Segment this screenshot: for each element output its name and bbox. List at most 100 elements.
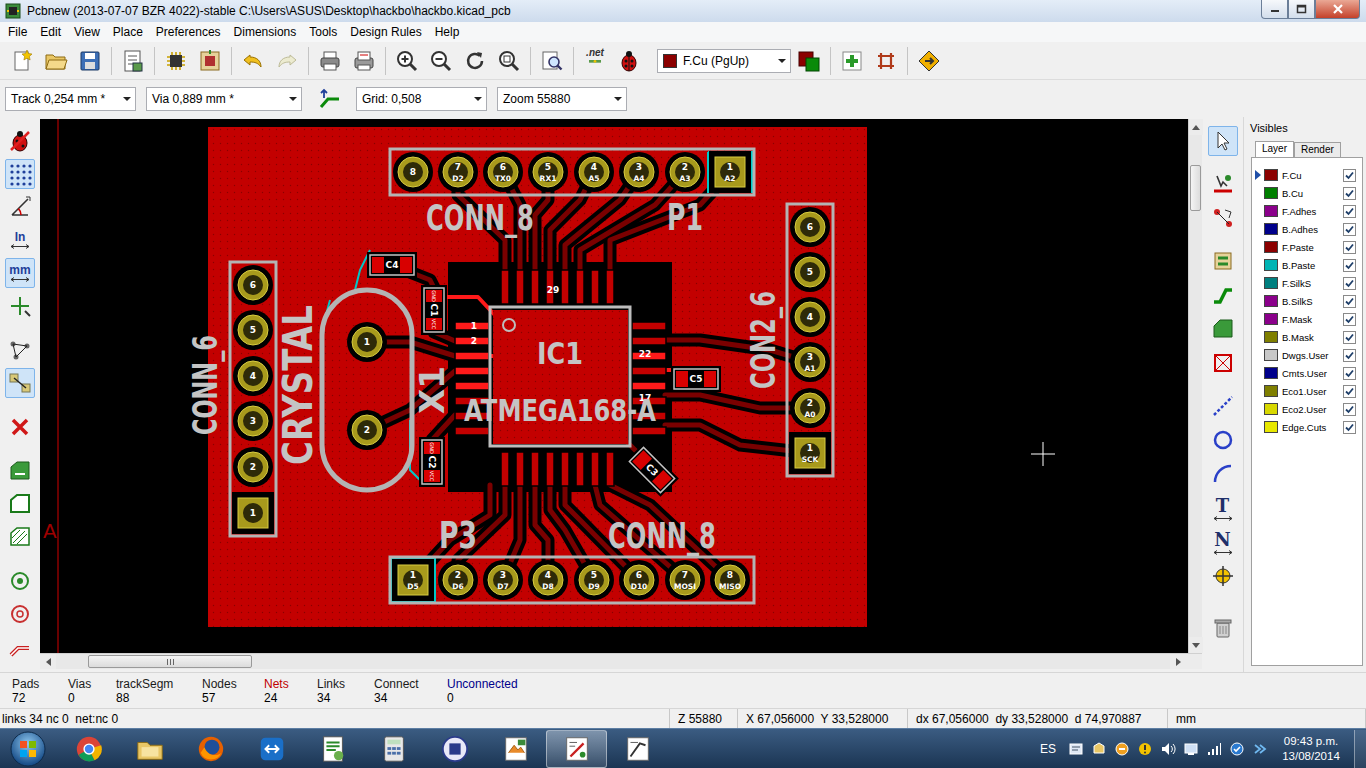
zone2-button[interactable]: [5, 489, 35, 519]
route-button[interactable]: [913, 45, 945, 77]
zfit-button[interactable]: [493, 45, 525, 77]
layer-visible-checkbox[interactable]: [1343, 241, 1356, 254]
netlist-button[interactable]: .net: [579, 45, 611, 77]
grid2-button[interactable]: [870, 45, 902, 77]
open-button[interactable]: [40, 45, 72, 77]
layer-color-swatch[interactable]: [1264, 259, 1278, 271]
zone-button[interactable]: [1208, 314, 1238, 344]
menu-item[interactable]: Edit: [33, 23, 67, 41]
layer-row[interactable]: B.Paste: [1252, 256, 1362, 274]
tray-icon[interactable]: [1252, 741, 1268, 757]
zout-button[interactable]: [425, 45, 457, 77]
tray-icon[interactable]: [1229, 741, 1245, 757]
layer-row[interactable]: B.Cu: [1252, 184, 1362, 202]
plot-button[interactable]: [348, 45, 380, 77]
taskbar-app[interactable]: [546, 730, 607, 768]
unit-toggle[interactable]: N: [1208, 527, 1238, 557]
layer-row[interactable]: F.Paste: [1252, 238, 1362, 256]
layer-row[interactable]: B.SilkS: [1252, 292, 1362, 310]
menu-item[interactable]: Help: [428, 23, 466, 41]
layer-row[interactable]: Eco1.User: [1252, 382, 1362, 400]
redo-button[interactable]: [271, 45, 303, 77]
layer-color-swatch[interactable]: [1264, 169, 1278, 181]
pcb-canvas[interactable]: A12221729IC1ATMEGA168-A87D26TX05RX14A53A…: [40, 119, 1188, 653]
menu-item[interactable]: Preferences: [149, 23, 227, 41]
layer-visible-checkbox[interactable]: [1343, 349, 1356, 362]
unit-toggle[interactable]: T: [1208, 493, 1238, 523]
scroll-track[interactable]: [56, 654, 1170, 669]
target-button[interactable]: [1208, 561, 1238, 591]
menu-item[interactable]: Tools: [302, 23, 343, 41]
start-button[interactable]: [0, 730, 56, 768]
menu-item[interactable]: View: [67, 23, 106, 41]
arrow-button[interactable]: [1208, 126, 1238, 156]
notebook-tab[interactable]: Render: [1294, 142, 1341, 157]
layer-color-swatch[interactable]: [1264, 277, 1278, 289]
scroll-down-button[interactable]: [1189, 637, 1203, 653]
delx-button[interactable]: [5, 412, 35, 442]
menu-item[interactable]: File: [1, 23, 33, 41]
line-button[interactable]: [1208, 391, 1238, 421]
taskbar-app[interactable]: [58, 730, 119, 768]
zone1-button[interactable]: [5, 456, 35, 486]
layer-row[interactable]: F.Cu: [1252, 166, 1362, 184]
layer-row[interactable]: Dwgs.User: [1252, 346, 1362, 364]
notebook-tab[interactable]: Layer: [1255, 141, 1294, 157]
place-button[interactable]: [836, 45, 868, 77]
menu-item[interactable]: Place: [106, 23, 149, 41]
via-size-select[interactable]: Via 0,889 mm *: [146, 87, 302, 111]
circle-button[interactable]: [1208, 425, 1238, 455]
vertical-scroll-thumb[interactable]: [1190, 165, 1201, 211]
module-button[interactable]: [1208, 246, 1238, 276]
tray-icon[interactable]: [1091, 741, 1107, 757]
trsk-button[interactable]: [5, 632, 35, 662]
layer-visible-checkbox[interactable]: [1343, 367, 1356, 380]
clock[interactable]: 09:43 p.m.13/08/2014: [1268, 734, 1354, 764]
layer-color-swatch[interactable]: [1264, 313, 1278, 325]
print-button[interactable]: [314, 45, 346, 77]
layer-row[interactable]: B.Adhes: [1252, 220, 1362, 238]
unit-toggle[interactable]: In: [5, 225, 35, 255]
zin-button[interactable]: [391, 45, 423, 77]
scroll-up-button[interactable]: [1189, 119, 1203, 135]
bugoff-button[interactable]: [5, 126, 35, 156]
tray-icon[interactable]: [1068, 741, 1084, 757]
input-language[interactable]: ES: [1040, 742, 1056, 756]
layer-row[interactable]: F.Mask: [1252, 310, 1362, 328]
tray-icon[interactable]: [1206, 741, 1222, 757]
trash-button[interactable]: [1208, 613, 1238, 643]
layer-color-swatch[interactable]: [1264, 403, 1278, 415]
scroll-right-button[interactable]: [1170, 654, 1186, 669]
maximize-button[interactable]: [1288, 0, 1315, 19]
layer-visible-checkbox[interactable]: [1343, 295, 1356, 308]
layer-color-swatch[interactable]: [1264, 223, 1278, 235]
layer-color-swatch[interactable]: [1264, 295, 1278, 307]
rats-button[interactable]: [5, 335, 35, 365]
save-button[interactable]: [74, 45, 106, 77]
layer-row[interactable]: B.Mask: [1252, 328, 1362, 346]
taskbar-app[interactable]: [363, 730, 424, 768]
zoom-select[interactable]: Zoom 55880: [497, 87, 627, 111]
track-button[interactable]: [1208, 280, 1238, 310]
layer-color-swatch[interactable]: [1264, 241, 1278, 253]
taskbar-app[interactable]: [424, 730, 485, 768]
layer-select[interactable]: F.Cu (PgUp): [657, 49, 791, 73]
taskbar-app[interactable]: [485, 730, 546, 768]
layer-visible-checkbox[interactable]: [1343, 421, 1356, 434]
layer-color-swatch[interactable]: [1264, 349, 1278, 361]
layer-row[interactable]: Edge.Cuts: [1252, 418, 1362, 436]
chip-button[interactable]: [160, 45, 192, 77]
layer-color-swatch[interactable]: [1264, 205, 1278, 217]
layer-visible-checkbox[interactable]: [1343, 313, 1356, 326]
layer-row[interactable]: F.SilkS: [1252, 274, 1362, 292]
padsk-button[interactable]: [5, 566, 35, 596]
rats2-button[interactable]: [5, 368, 35, 398]
tray-icon[interactable]: [1183, 741, 1199, 757]
redraw-button[interactable]: [459, 45, 491, 77]
layer-visible-checkbox[interactable]: [1343, 403, 1356, 416]
polar-button[interactable]: [5, 192, 35, 222]
page-button[interactable]: [117, 45, 149, 77]
chip2-button[interactable]: [194, 45, 226, 77]
layer-visible-checkbox[interactable]: [1343, 385, 1356, 398]
ratl-button[interactable]: [1208, 203, 1238, 233]
